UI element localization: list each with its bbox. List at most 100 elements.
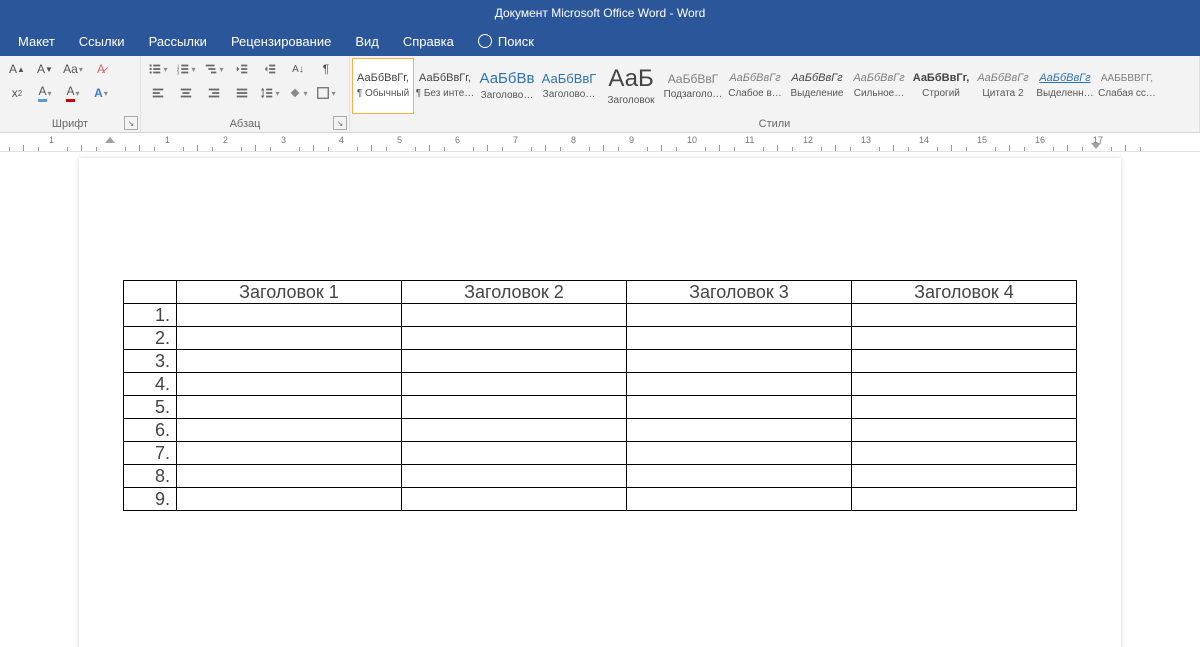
line-spacing-button[interactable]: ▾ xyxy=(257,82,283,104)
table-cell[interactable] xyxy=(402,419,627,442)
table-cell[interactable] xyxy=(124,281,177,304)
shrink-font-button[interactable]: A▼ xyxy=(32,58,58,80)
table-cell[interactable] xyxy=(177,350,402,373)
table-rownum-cell[interactable]: 5. xyxy=(124,396,177,419)
table-cell[interactable] xyxy=(177,373,402,396)
highlight-button[interactable]: A▾ xyxy=(32,82,58,104)
grow-font-button[interactable]: A▲ xyxy=(4,58,30,80)
table-header-cell[interactable]: Заголовок 1 xyxy=(177,281,402,304)
table-cell[interactable] xyxy=(852,350,1077,373)
style-item[interactable]: АаБбВвГгСлабое в… xyxy=(724,58,786,114)
table-cell[interactable] xyxy=(177,465,402,488)
table-header-cell[interactable]: Заголовок 2 xyxy=(402,281,627,304)
align-right-button[interactable] xyxy=(201,82,227,104)
borders-button[interactable]: ▾ xyxy=(313,82,339,104)
table-cell[interactable] xyxy=(627,419,852,442)
table-cell[interactable] xyxy=(177,419,402,442)
style-item[interactable]: АаБбВвЗаголово… xyxy=(476,58,538,114)
style-item[interactable]: АаБбВвГгСильное… xyxy=(848,58,910,114)
table-cell[interactable] xyxy=(177,442,402,465)
table-cell[interactable] xyxy=(852,304,1077,327)
tell-me-search[interactable]: Поиск xyxy=(466,26,546,56)
style-item[interactable]: АаБбВвГЗаголово… xyxy=(538,58,600,114)
table-row[interactable]: 3. xyxy=(124,350,1077,373)
multilevel-list-button[interactable]: ▾ xyxy=(201,58,227,80)
table-cell[interactable] xyxy=(852,327,1077,350)
table-header-row[interactable]: Заголовок 1Заголовок 2Заголовок 3Заголов… xyxy=(124,281,1077,304)
subscript-button[interactable]: x2 xyxy=(4,82,30,104)
table-cell[interactable] xyxy=(627,442,852,465)
table-rownum-cell[interactable]: 8. xyxy=(124,465,177,488)
table-cell[interactable] xyxy=(402,488,627,511)
right-indent-marker[interactable] xyxy=(1091,143,1101,149)
table-cell[interactable] xyxy=(852,442,1077,465)
table-row[interactable]: 9. xyxy=(124,488,1077,511)
table-cell[interactable] xyxy=(177,396,402,419)
decrease-indent-button[interactable] xyxy=(229,58,255,80)
table-cell[interactable] xyxy=(402,396,627,419)
style-item[interactable]: ААББВВГГ,Слабая сс… xyxy=(1096,58,1158,114)
menu-макет[interactable]: Макет xyxy=(6,26,67,56)
table-header-cell[interactable]: Заголовок 4 xyxy=(852,281,1077,304)
table-cell[interactable] xyxy=(402,327,627,350)
menu-справка[interactable]: Справка xyxy=(391,26,466,56)
style-item[interactable]: АаБбВвГг,¶ Без инте… xyxy=(414,58,476,114)
clear-format-button[interactable]: A̷ xyxy=(88,58,114,80)
table-cell[interactable] xyxy=(402,304,627,327)
menu-ссылки[interactable]: Ссылки xyxy=(67,26,137,56)
menu-рецензирование[interactable]: Рецензирование xyxy=(219,26,343,56)
style-item[interactable]: АаБбВвГгВыделенн… xyxy=(1034,58,1096,114)
table-rownum-cell[interactable]: 2. xyxy=(124,327,177,350)
table-row[interactable]: 8. xyxy=(124,465,1077,488)
table-cell[interactable] xyxy=(627,488,852,511)
style-item[interactable]: АаБЗаголовок xyxy=(600,58,662,114)
style-item[interactable]: АаБбВвГг,¶ Обычный xyxy=(352,58,414,114)
style-item[interactable]: АаБбВвГгЦитата 2 xyxy=(972,58,1034,114)
table-rownum-cell[interactable]: 4. xyxy=(124,373,177,396)
document-page[interactable]: Заголовок 1Заголовок 2Заголовок 3Заголов… xyxy=(79,158,1121,647)
table-rownum-cell[interactable]: 6. xyxy=(124,419,177,442)
table-cell[interactable] xyxy=(177,327,402,350)
numbering-button[interactable]: 123▾ xyxy=(173,58,199,80)
table-cell[interactable] xyxy=(402,442,627,465)
table-header-cell[interactable]: Заголовок 3 xyxy=(627,281,852,304)
menu-рассылки[interactable]: Рассылки xyxy=(137,26,219,56)
table-rownum-cell[interactable]: 7. xyxy=(124,442,177,465)
font-color-button[interactable]: A▾ xyxy=(60,82,86,104)
align-left-button[interactable] xyxy=(145,82,171,104)
table-row[interactable]: 1. xyxy=(124,304,1077,327)
table-row[interactable]: 7. xyxy=(124,442,1077,465)
table-row[interactable]: 5. xyxy=(124,396,1077,419)
paragraph-dialog-launcher[interactable]: ↘ xyxy=(333,116,347,130)
change-case-button[interactable]: Aa▾ xyxy=(60,58,86,80)
table-cell[interactable] xyxy=(852,488,1077,511)
style-item[interactable]: АаБбВвГПодзаголо… xyxy=(662,58,724,114)
table-cell[interactable] xyxy=(627,465,852,488)
style-item[interactable]: АаБбВвГг,Строгий xyxy=(910,58,972,114)
table-cell[interactable] xyxy=(852,373,1077,396)
align-center-button[interactable] xyxy=(173,82,199,104)
table-row[interactable]: 4. xyxy=(124,373,1077,396)
menu-вид[interactable]: Вид xyxy=(343,26,391,56)
table-rownum-cell[interactable]: 1. xyxy=(124,304,177,327)
table-cell[interactable] xyxy=(402,350,627,373)
bullets-button[interactable]: ▾ xyxy=(145,58,171,80)
justify-button[interactable] xyxy=(229,82,255,104)
increase-indent-button[interactable] xyxy=(257,58,283,80)
table-cell[interactable] xyxy=(402,465,627,488)
table-cell[interactable] xyxy=(627,327,852,350)
table-row[interactable]: 2. xyxy=(124,327,1077,350)
horizontal-ruler[interactable]: 3211234567891011121314151617 xyxy=(0,133,1200,152)
document-table[interactable]: Заголовок 1Заголовок 2Заголовок 3Заголов… xyxy=(123,280,1077,511)
table-cell[interactable] xyxy=(852,396,1077,419)
first-line-indent-marker[interactable] xyxy=(105,137,115,143)
table-rownum-cell[interactable]: 9. xyxy=(124,488,177,511)
show-marks-button[interactable]: ¶ xyxy=(313,58,339,80)
table-cell[interactable] xyxy=(627,304,852,327)
sort-button[interactable]: A↓ xyxy=(285,58,311,80)
table-cell[interactable] xyxy=(177,488,402,511)
table-cell[interactable] xyxy=(627,350,852,373)
table-rownum-cell[interactable]: 3. xyxy=(124,350,177,373)
table-cell[interactable] xyxy=(627,373,852,396)
style-item[interactable]: АаБбВвГгВыделение xyxy=(786,58,848,114)
